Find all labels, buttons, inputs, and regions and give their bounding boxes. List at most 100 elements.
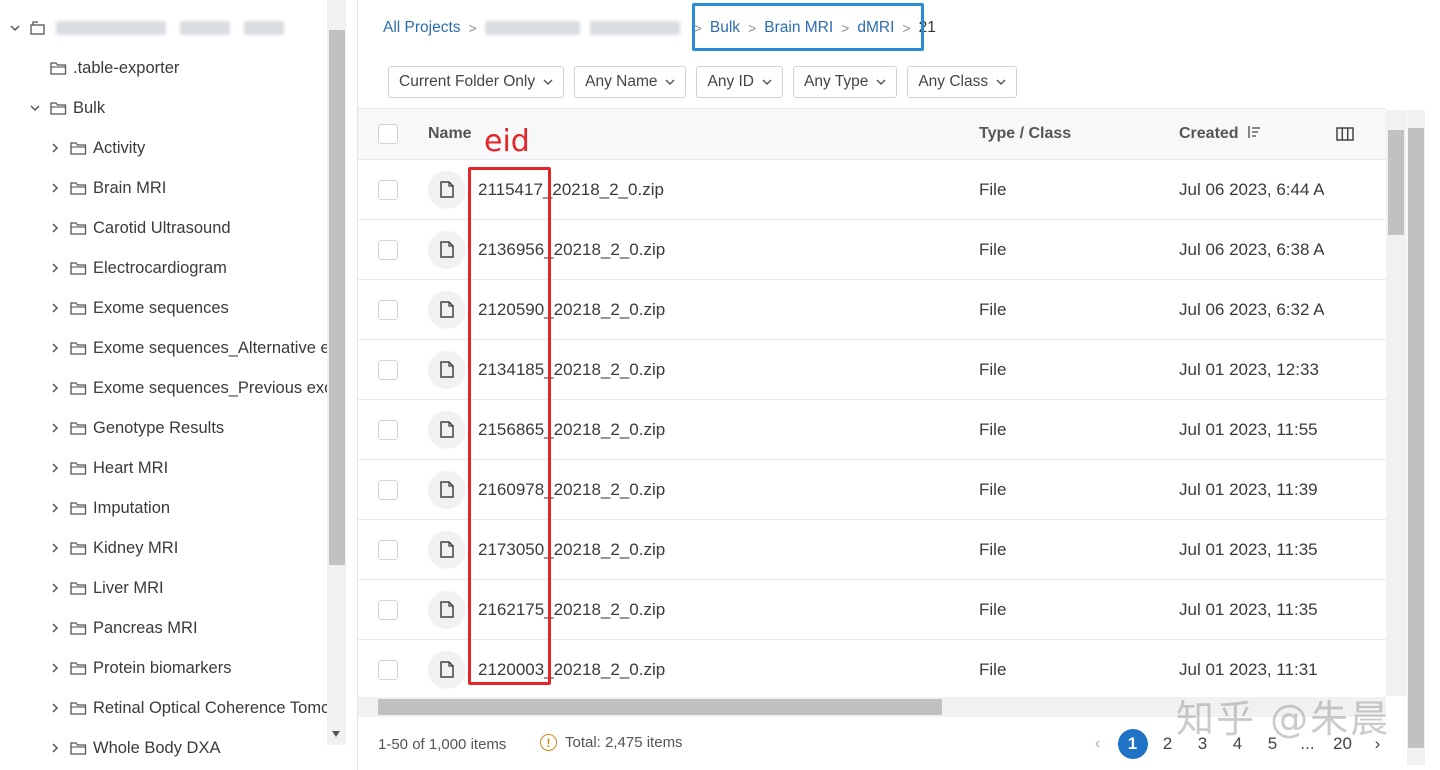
- chevron-right-icon[interactable]: [48, 661, 62, 675]
- chevron-right-icon[interactable]: [48, 461, 62, 475]
- redacted-text: [484, 21, 580, 35]
- tree-item-label: Retinal Optical Coherence Tomo: [93, 698, 327, 717]
- filter-label: Any Name: [585, 73, 658, 90]
- tree-item[interactable]: Imputation: [48, 488, 170, 528]
- folder-icon: [70, 741, 87, 755]
- file-created: Jul 01 2023, 11:35: [1179, 600, 1318, 619]
- file-type: File: [979, 180, 1007, 199]
- page-vertical-scrollbar-thumb[interactable]: [1408, 128, 1424, 748]
- tree-item[interactable]: Liver MRI: [48, 568, 164, 608]
- folder-icon: [70, 261, 87, 275]
- chevron-right-icon[interactable]: [48, 421, 62, 435]
- row-checkbox[interactable]: [378, 540, 398, 560]
- table-vertical-scrollbar-thumb[interactable]: [1388, 130, 1404, 235]
- filter-id[interactable]: Any ID: [696, 66, 783, 98]
- prev-page-button[interactable]: ‹: [1080, 729, 1115, 759]
- folder-tree: .table-exporter Bulk Activity Brain MRI Caro…: [0, 0, 327, 770]
- chevron-right-icon[interactable]: [48, 381, 62, 395]
- tree-item-label: Exome sequences: [93, 298, 229, 317]
- filter-name[interactable]: Any Name: [574, 66, 687, 98]
- chevron-right-icon[interactable]: [48, 741, 62, 755]
- tree-item[interactable]: Bulk: [28, 88, 105, 128]
- file-created: Jul 01 2023, 11:31: [1179, 660, 1318, 679]
- row-checkbox[interactable]: [378, 420, 398, 440]
- chevron-down-icon: [762, 79, 772, 85]
- folder-icon: [70, 301, 87, 315]
- folder-icon: [70, 461, 87, 475]
- chevron-right-icon[interactable]: [48, 541, 62, 555]
- filter-current-folder[interactable]: Current Folder Only: [388, 66, 565, 98]
- row-checkbox[interactable]: [378, 600, 398, 620]
- columns-icon[interactable]: [1336, 126, 1354, 147]
- row-checkbox[interactable]: [378, 480, 398, 500]
- chevron-down-icon[interactable]: [28, 101, 42, 115]
- row-checkbox[interactable]: [378, 300, 398, 320]
- file-type: File: [979, 420, 1007, 439]
- row-checkbox[interactable]: [378, 240, 398, 260]
- total-items: ! Total: 2,475 items: [540, 734, 683, 751]
- chevron-right-icon[interactable]: [48, 621, 62, 635]
- tree-item[interactable]: Exome sequences_Previous exc: [48, 368, 327, 408]
- breadcrumb-all-projects[interactable]: All Projects: [383, 19, 461, 37]
- file-icon: [428, 531, 466, 569]
- scroll-down-arrow-icon[interactable]: [331, 726, 341, 737]
- tree-item-label: Imputation: [93, 498, 171, 517]
- tree-root[interactable]: [8, 8, 298, 48]
- tree-item-label: Liver MRI: [93, 578, 164, 597]
- folder-icon: [70, 381, 87, 395]
- folder-icon: [70, 621, 87, 635]
- file-type: File: [979, 600, 1007, 619]
- tree-item-label: Genotype Results: [93, 418, 225, 437]
- tree-item[interactable]: Kidney MRI: [48, 528, 178, 568]
- folder-icon: [70, 141, 87, 155]
- column-header-created[interactable]: Created: [1179, 125, 1261, 143]
- tree-item[interactable]: Heart MRI: [48, 448, 168, 488]
- page-button[interactable]: 1: [1115, 729, 1150, 759]
- chevron-right-icon[interactable]: [48, 341, 62, 355]
- chevron-right-icon[interactable]: [48, 221, 62, 235]
- chevron-right-icon[interactable]: [48, 141, 62, 155]
- tree-item[interactable]: Activity: [48, 128, 145, 168]
- folder-icon: [70, 661, 87, 675]
- file-created: Jul 01 2023, 11:55: [1179, 420, 1318, 439]
- column-header-label: Created: [1179, 125, 1239, 142]
- chevron-right-icon[interactable]: [48, 261, 62, 275]
- column-header-type-class[interactable]: Type / Class: [979, 125, 1071, 143]
- file-icon: [428, 591, 466, 629]
- tree-item[interactable]: Whole Body DXA: [48, 728, 220, 768]
- chevron-right-icon[interactable]: [48, 301, 62, 315]
- table-horizontal-scrollbar-thumb[interactable]: [378, 699, 942, 715]
- tree-item[interactable]: Brain MRI: [48, 168, 166, 208]
- tree-item[interactable]: Protein biomarkers: [48, 648, 231, 688]
- chevron-right-icon[interactable]: [48, 581, 62, 595]
- tree-item[interactable]: Genotype Results: [48, 408, 224, 448]
- chevron-right-icon[interactable]: [48, 181, 62, 195]
- redacted-text: [180, 21, 230, 35]
- file-type: File: [979, 660, 1007, 679]
- chevron-right-icon[interactable]: [48, 501, 62, 515]
- tree-item[interactable]: Electrocardiogram: [48, 248, 227, 288]
- select-all-checkbox[interactable]: [378, 124, 398, 144]
- tree-item[interactable]: Retinal Optical Coherence Tomo: [48, 688, 327, 728]
- tree-item[interactable]: Exome sequences_Alternative e: [48, 328, 327, 368]
- tree-scrollbar-thumb[interactable]: [329, 30, 345, 565]
- chevron-down-icon[interactable]: [8, 21, 22, 35]
- filter-type[interactable]: Any Type: [793, 66, 898, 98]
- folder-icon: [70, 501, 87, 515]
- tree-item[interactable]: .table-exporter: [28, 48, 179, 88]
- row-checkbox[interactable]: [378, 360, 398, 380]
- file-icon: [428, 471, 466, 509]
- column-header-name[interactable]: Name: [428, 125, 472, 143]
- tree-item[interactable]: Pancreas MRI: [48, 608, 198, 648]
- filter-class[interactable]: Any Class: [907, 66, 1018, 98]
- row-checkbox[interactable]: [378, 660, 398, 680]
- file-created: Jul 01 2023, 11:35: [1179, 540, 1318, 559]
- row-checkbox[interactable]: [378, 180, 398, 200]
- chevron-right-icon[interactable]: [48, 701, 62, 715]
- tree-item[interactable]: Carotid Ultrasound: [48, 208, 231, 248]
- sort-icon[interactable]: [1247, 125, 1261, 139]
- folder-icon: [70, 221, 87, 235]
- tree-item[interactable]: Exome sequences: [48, 288, 229, 328]
- total-items-label: Total: 2,475 items: [565, 734, 683, 751]
- annotation-eid-label: eid: [484, 124, 530, 159]
